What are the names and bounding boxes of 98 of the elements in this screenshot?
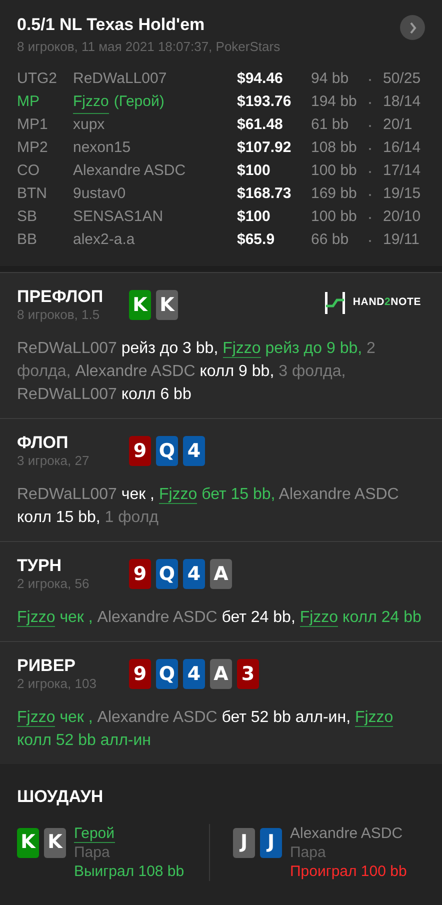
player-stats: 20/10: [383, 207, 421, 228]
player-stack: $100: [237, 207, 272, 228]
player-position: BB: [17, 230, 38, 250]
playing-card: K: [44, 828, 66, 858]
player-name: xupx: [73, 115, 105, 136]
player-stack: $168.73: [237, 184, 292, 204]
player-stats: 19/15: [383, 184, 421, 204]
hand-result: Выиграл 108 bb: [74, 862, 184, 880]
hand-title: 0.5/1 NL Texas Hold'em: [17, 14, 206, 36]
player-stack: $65.9: [237, 230, 276, 250]
street-info: 8 игроков, 1.5: [17, 307, 101, 323]
street-title: ПРЕФЛОП: [17, 287, 104, 307]
playing-card: 4: [183, 659, 205, 689]
street-info: 3 игрока, 27: [17, 453, 90, 469]
player-link[interactable]: Герой: [74, 824, 115, 842]
showdown-title: ШОУДАУН: [17, 786, 104, 808]
playing-card: K: [17, 828, 39, 858]
dot-separator-icon: [369, 102, 371, 104]
next-button[interactable]: [400, 15, 425, 40]
playing-card: A: [210, 559, 232, 589]
player-link[interactable]: Fjzzo: [17, 709, 56, 727]
player-position: CO: [17, 161, 40, 182]
playing-card: A: [210, 659, 232, 689]
playing-card: K: [129, 290, 151, 320]
player-position: MP: [17, 92, 40, 112]
player-link[interactable]: Fjzzo: [222, 340, 261, 358]
player-link[interactable]: Fjzzo: [300, 609, 338, 627]
player-link[interactable]: Fjzzo: [73, 90, 109, 114]
player-bb: 94 bb: [311, 69, 350, 90]
action-log: ReDWaLL007 чек , Fjzzo бет 15 bb, Alexandre ASDC колл 15 bb, 1 фолд: [17, 485, 400, 528]
player-position: UTG2: [17, 69, 58, 90]
player-link[interactable]: Fjzzo: [17, 609, 56, 627]
playing-card: 4: [183, 559, 205, 589]
dot-separator-icon: [369, 216, 371, 218]
hand-subtitle: 8 игроков, 11 мая 2021 18:07:37, PokerStars: [17, 38, 280, 56]
dot-separator-icon: [369, 124, 371, 126]
player-stats: 17/14: [383, 161, 421, 182]
action-log: Fjzzo чек , Alexandre ASDC бет 24 bb, Fjzzo колл 24 bb: [17, 608, 422, 629]
playing-card: 3: [237, 659, 259, 689]
player-stats: 50/25: [383, 69, 421, 90]
player-bb: 66 bb: [311, 230, 350, 250]
player-stack: $61.48: [237, 115, 284, 136]
player-name: nexon15: [73, 138, 131, 158]
player-bb: 194 bb: [311, 92, 358, 112]
playing-card: 9: [129, 436, 151, 466]
player-link[interactable]: Fjzzo: [354, 709, 394, 727]
playing-card: K: [156, 290, 178, 320]
player-bb: 108 bb: [311, 138, 358, 158]
playing-card: 9: [129, 559, 151, 589]
player-stats: 19/11: [383, 230, 420, 250]
street-info: 2 игрока, 56: [17, 576, 90, 592]
playing-card: Q: [156, 559, 178, 589]
player-name: Alexandre ASDC: [290, 824, 404, 842]
street-title: ФЛОП: [17, 433, 70, 453]
logo-icon: [324, 292, 345, 314]
player-name: Alexandre ASDC: [73, 161, 186, 182]
player-name: 9ustav0: [73, 184, 126, 204]
hand-rank: Пара: [74, 842, 111, 862]
hand-result: Проиграл 100 bb: [290, 862, 407, 880]
chevron-right-icon: [408, 22, 416, 34]
player-name: alex2-a.a: [73, 230, 135, 250]
player-stats: 18/14: [383, 92, 421, 112]
street-title: РИВЕР: [17, 656, 77, 676]
action-log: ReDWaLL007 рейз до 3 bb, Fjzzo рейз до 9 bb, 2 фолда, Alexandre ASDC колл 9 bb, 3 фолда, ReDWaLL007 колл 6 bb: [17, 339, 376, 405]
playing-card: J: [233, 828, 255, 858]
hand-rank: Пара: [290, 842, 327, 862]
player-name: SENSAS1AN: [73, 207, 164, 228]
dot-separator-icon: [369, 170, 371, 172]
playing-card: J: [260, 828, 282, 858]
player-stats: 20/1: [383, 115, 412, 136]
player-bb: 169 bb: [311, 184, 358, 204]
playing-card: Q: [156, 436, 178, 466]
dot-separator-icon: [369, 78, 371, 80]
playing-card: Q: [156, 659, 178, 689]
player-position: SB: [17, 207, 38, 228]
logo-text: HAND2NOTE: [352, 295, 421, 310]
street-info: 2 игрока, 103: [17, 676, 98, 692]
playing-card: 4: [183, 436, 205, 466]
player-position: MP1: [17, 115, 49, 136]
player-name: ReDWaLL007: [73, 69, 167, 90]
action-log: Fjzzo чек , Alexandre ASDC бет 52 bb алл-ин, Fjzzo колл 52 bb алл-ин: [17, 708, 394, 751]
player-link[interactable]: Fjzzo: [158, 486, 198, 504]
player-bb: 100 bb: [311, 161, 358, 182]
player-stack: $193.76: [237, 92, 292, 112]
player-position: BTN: [17, 184, 48, 204]
player-position: MP2: [17, 138, 49, 158]
player-stack: $107.92: [237, 138, 292, 158]
street-title: ТУРН: [17, 556, 63, 576]
dot-separator-icon: [369, 240, 371, 242]
player-stack: $100: [237, 161, 272, 182]
playing-card: 9: [129, 659, 151, 689]
player-stats: 16/14: [383, 138, 421, 158]
player-bb: 61 bb: [311, 115, 350, 136]
player-stack: $94.46: [237, 69, 284, 90]
player-bb: 100 bb: [311, 207, 358, 228]
dot-separator-icon: [369, 194, 371, 196]
hero-tag: (Герой): [114, 90, 164, 114]
dot-separator-icon: [369, 148, 371, 150]
